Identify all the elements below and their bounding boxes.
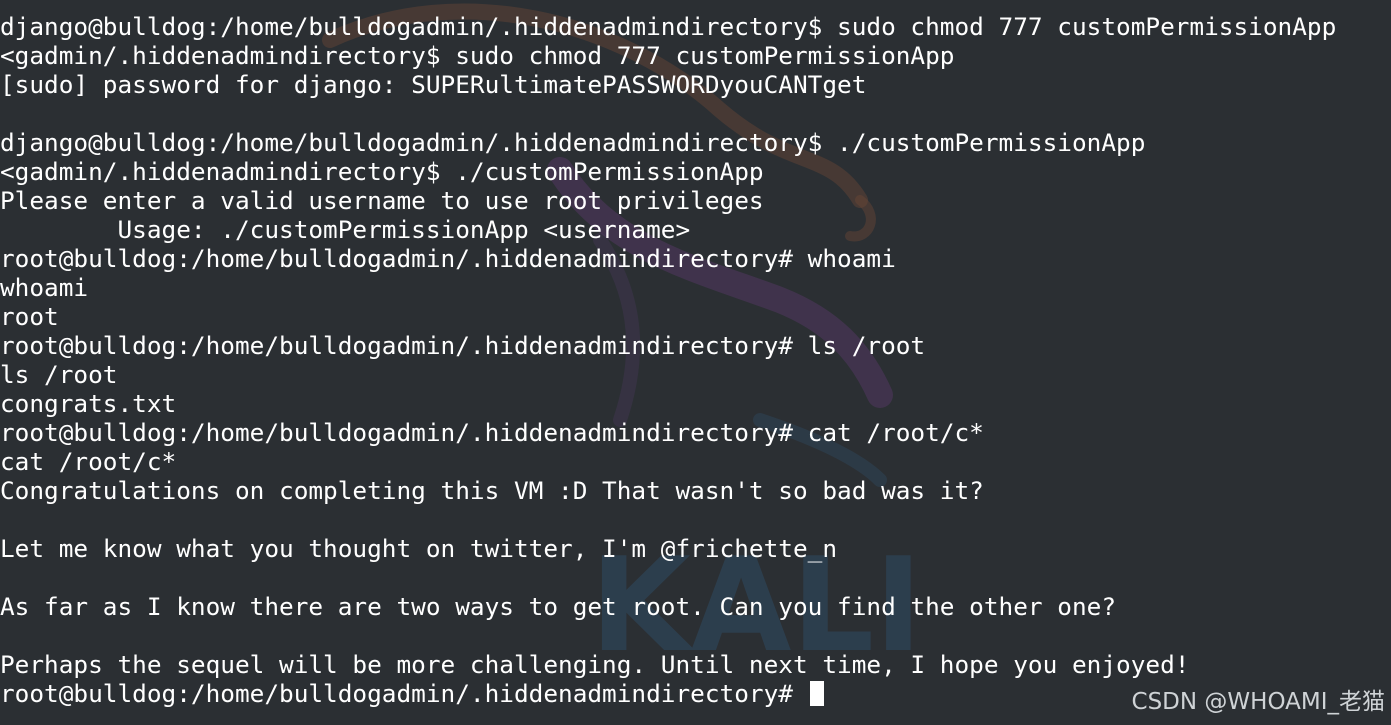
terminal-line: whoami <box>0 273 89 302</box>
terminal-output: django@bulldog:/home/bulldogadmin/.hidde… <box>0 12 1336 708</box>
terminal-line: As far as I know there are two ways to g… <box>0 592 1117 621</box>
terminal-line: <gadmin/.hiddenadmindirectory$ ./customP… <box>0 157 764 186</box>
terminal-line: Perhaps the sequel will be more challeng… <box>0 650 1190 679</box>
terminal-line: <gadmin/.hiddenadmindirectory$ sudo chmo… <box>0 41 955 70</box>
csdn-watermark: CSDN @WHOAMI_老猫 <box>1131 689 1385 715</box>
terminal-line: ls /root <box>0 360 118 389</box>
terminal-line: django@bulldog:/home/bulldogadmin/.hidde… <box>0 12 1337 41</box>
shell-prompt: root@bulldog:/home/bulldogadmin/.hiddena… <box>0 679 808 708</box>
terminal-line: cat /root/c* <box>0 447 177 476</box>
terminal-line: Congratulations on completing this VM :D… <box>0 476 984 505</box>
terminal-line: [sudo] password for django: SUPERultimat… <box>0 70 867 99</box>
text-cursor <box>809 681 824 706</box>
terminal-line: Let me know what you thought on twitter,… <box>0 534 838 563</box>
terminal-line: root@bulldog:/home/bulldogadmin/.hiddena… <box>0 331 926 360</box>
terminal-line: congrats.txt <box>0 389 177 418</box>
terminal-line: root <box>0 302 59 331</box>
terminal-window[interactable]: KALI django@bulldog:/home/bulldogadmin/.… <box>0 0 1391 725</box>
terminal-line: root@bulldog:/home/bulldogadmin/.hiddena… <box>0 244 896 273</box>
terminal-line: Usage: ./customPermissionApp <username> <box>0 215 691 244</box>
terminal-line: root@bulldog:/home/bulldogadmin/.hiddena… <box>0 418 984 447</box>
terminal-line: django@bulldog:/home/bulldogadmin/.hidde… <box>0 128 1146 157</box>
terminal-line: Please enter a valid username to use roo… <box>0 186 764 215</box>
